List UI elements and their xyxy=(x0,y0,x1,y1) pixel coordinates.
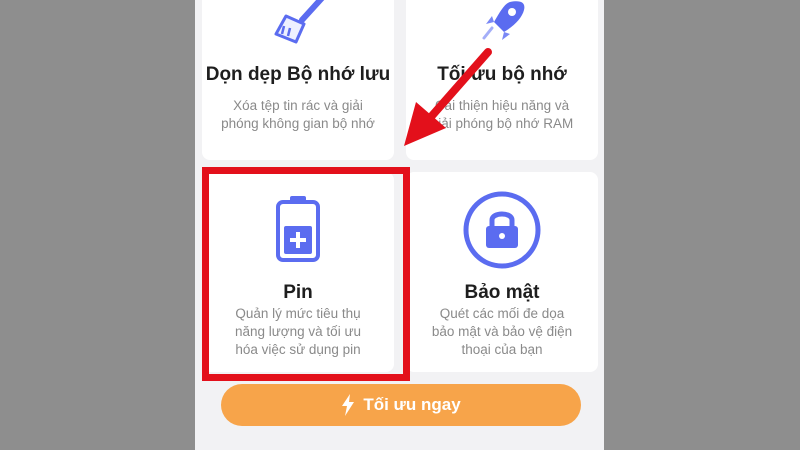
optimize-now-button[interactable]: Tối ưu ngay xyxy=(221,384,581,426)
pointer-arrow-icon xyxy=(404,48,492,146)
optimize-now-label: Tối ưu ngay xyxy=(363,395,461,414)
lightning-icon xyxy=(342,394,355,416)
